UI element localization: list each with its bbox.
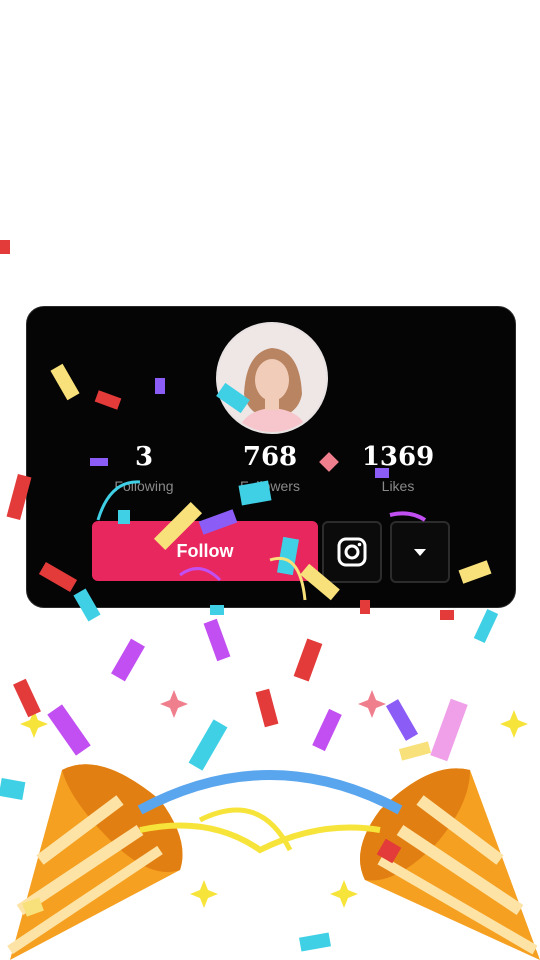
instagram-button[interactable] [322,521,382,583]
follow-label: Follow [176,540,234,561]
followers-label: Followers [240,478,300,494]
likes-stat: 1369 Likes [338,440,458,496]
left-party-popper [7,764,183,960]
follow-button[interactable]: Follow [92,521,318,581]
likes-count: 1369 [361,442,435,472]
avatar[interactable] [216,322,328,434]
instagram-icon [337,537,367,567]
more-button[interactable] [390,521,450,583]
right-party-popper [360,768,540,960]
chevron-down-icon [414,549,426,556]
followers-stat[interactable]: 768 Followers [210,440,330,496]
likes-label: Likes [381,478,415,494]
following-stat[interactable]: 3 Following [84,440,204,496]
following-count: 3 [134,442,154,472]
following-label: Following [114,478,174,494]
followers-count: 768 [242,442,298,472]
avatar-image [218,324,326,432]
